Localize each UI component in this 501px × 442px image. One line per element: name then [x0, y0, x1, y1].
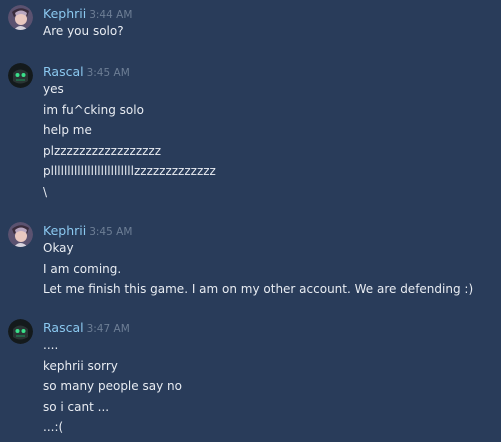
message-line: kephrii sorry [43, 358, 118, 373]
kephrii-avatar[interactable] [8, 5, 33, 30]
rascal-avatar[interactable] [8, 319, 33, 344]
rascal-avatar[interactable] [8, 63, 33, 88]
message-header: Rascal 3:47 AM [43, 319, 130, 335]
message-line: plzzzzzzzzzzzzzzzzz [43, 143, 162, 158]
message-lines: yes im fu^cking solo help me plzzzzzzzzz… [43, 79, 493, 202]
timestamp: 3:45 AM [89, 226, 133, 238]
message-header: Rascal 3:45 AM [43, 63, 130, 79]
message-header: Kephrii 3:44 AM [43, 5, 132, 21]
author-name[interactable]: Kephrii [43, 223, 86, 238]
message-line: Let me finish this game. I am on my othe… [43, 282, 474, 296]
author-name[interactable]: Kephrii [43, 6, 86, 21]
message-line: yes [43, 82, 64, 96]
kephrii-avatar[interactable] [8, 222, 33, 247]
message-line: Are you solo? [43, 24, 124, 38]
message-line: so i cant ... [43, 399, 110, 414]
message-line: .... [43, 338, 59, 352]
message-line: im fu^cking solo [43, 102, 144, 117]
author-name[interactable]: Rascal [43, 320, 84, 335]
chat-log: Kephrii 3:44 AM Are you solo? Rascal 3:45 … [0, 0, 501, 442]
message-line: help me [43, 123, 92, 137]
author-name[interactable]: Rascal [43, 64, 84, 79]
message-header: Kephrii 3:45 AM [43, 222, 132, 238]
timestamp: 3:45 AM [86, 67, 130, 79]
message-lines: Okay I am coming. Let me finish this gam… [43, 238, 493, 300]
message-lines: Are you solo? [43, 21, 493, 42]
timestamp: 3:47 AM [86, 323, 130, 335]
message-line: Okay [43, 241, 74, 255]
message-line: plllllllllllllllllllllllllzzzzzzzzzzzzz [43, 164, 216, 178]
message-line: ...:( [43, 420, 64, 434]
message-line: \ [43, 184, 48, 199]
message-lines: .... kephrii sorry so many people say no… [43, 335, 493, 438]
message-line: I am coming. [43, 261, 122, 276]
timestamp: 3:44 AM [89, 9, 133, 21]
message-line: so many people say no [43, 379, 182, 393]
